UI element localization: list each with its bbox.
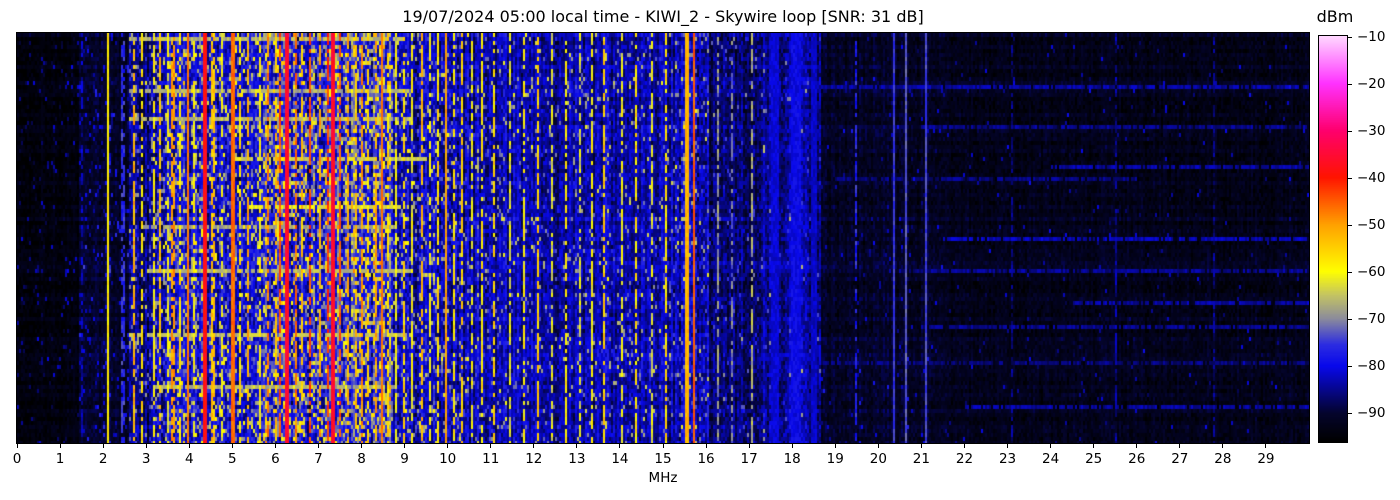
colorbar-tick-label: −50 bbox=[1357, 217, 1386, 233]
colorbar-tick-mark bbox=[1347, 272, 1352, 273]
x-tick-label: 3 bbox=[141, 451, 151, 467]
x-tick-label: 0 bbox=[12, 451, 22, 467]
colorbar-tick-label: −10 bbox=[1357, 29, 1386, 45]
colorbar-tick-label: −60 bbox=[1357, 264, 1386, 280]
x-tick-mark bbox=[231, 444, 233, 448]
x-tick-label: 4 bbox=[184, 451, 194, 467]
colorbar-tick-label: −80 bbox=[1357, 358, 1386, 374]
x-tick-label: 25 bbox=[1085, 451, 1103, 467]
x-tick-mark bbox=[1093, 444, 1095, 448]
x-tick-mark bbox=[447, 444, 449, 448]
x-tick-mark bbox=[317, 444, 319, 448]
x-tick-label: 12 bbox=[525, 451, 543, 467]
colorbar-canvas bbox=[1319, 36, 1347, 442]
x-tick-mark bbox=[274, 444, 276, 448]
x-tick-label: 14 bbox=[611, 451, 629, 467]
x-tick-mark bbox=[834, 444, 836, 448]
x-tick-mark bbox=[877, 444, 879, 448]
x-tick-label: 19 bbox=[826, 451, 844, 467]
colorbar-tick-mark bbox=[1347, 319, 1352, 320]
x-tick-label: 18 bbox=[783, 451, 801, 467]
x-tick-label: 15 bbox=[654, 451, 672, 467]
x-tick-mark bbox=[490, 444, 492, 448]
spectrogram-figure: 19/07/2024 05:00 local time - KIWI_2 - S… bbox=[0, 0, 1400, 500]
plot-title: 19/07/2024 05:00 local time - KIWI_2 - S… bbox=[402, 7, 924, 26]
x-tick-label: 6 bbox=[271, 451, 280, 467]
x-tick-label: 16 bbox=[697, 451, 715, 467]
x-tick-label: 2 bbox=[98, 451, 108, 467]
x-tick-label: 1 bbox=[55, 451, 65, 467]
x-tick-mark bbox=[1265, 444, 1267, 448]
colorbar bbox=[1318, 35, 1348, 443]
x-tick-mark bbox=[705, 444, 707, 448]
x-tick-label: 13 bbox=[568, 451, 586, 467]
x-tick-mark bbox=[102, 444, 104, 448]
x-tick-mark bbox=[1222, 444, 1224, 448]
x-tick-label: 21 bbox=[912, 451, 930, 467]
x-tick-label: 11 bbox=[482, 451, 500, 467]
x-tick-label: 17 bbox=[740, 451, 758, 467]
colorbar-tick-mark bbox=[1347, 178, 1352, 179]
x-tick-mark bbox=[404, 444, 406, 448]
x-tick-mark bbox=[1050, 444, 1052, 448]
x-tick-mark bbox=[920, 444, 922, 448]
x-axis-label: MHz bbox=[648, 470, 678, 486]
colorbar-tick-label: −30 bbox=[1357, 123, 1386, 139]
x-tick-mark bbox=[791, 444, 793, 448]
x-tick-mark bbox=[963, 444, 965, 448]
x-tick-label: 20 bbox=[869, 451, 887, 467]
colorbar-tick-mark bbox=[1347, 413, 1352, 414]
x-tick-mark bbox=[145, 444, 147, 448]
x-tick-label: 10 bbox=[439, 451, 457, 467]
x-tick-mark bbox=[748, 444, 750, 448]
colorbar-unit-label: dBm bbox=[1316, 7, 1354, 26]
colorbar-tick-label: −90 bbox=[1357, 405, 1386, 421]
x-tick-mark bbox=[1136, 444, 1138, 448]
colorbar-tick-mark bbox=[1347, 131, 1352, 132]
x-tick-mark bbox=[662, 444, 664, 448]
x-tick-mark bbox=[188, 444, 190, 448]
x-tick-label: 27 bbox=[1171, 451, 1189, 467]
colorbar-tick-label: −40 bbox=[1357, 170, 1386, 186]
x-tick-label: 9 bbox=[400, 451, 409, 467]
x-tick-mark bbox=[361, 444, 363, 448]
x-tick-mark bbox=[59, 444, 61, 448]
x-tick-label: 7 bbox=[314, 451, 323, 467]
colorbar-tick-mark bbox=[1347, 225, 1352, 226]
x-tick-label: 8 bbox=[357, 451, 366, 467]
colorbar-tick-mark bbox=[1347, 84, 1352, 85]
spectrogram-plot-area bbox=[16, 32, 1310, 444]
x-tick-label: 5 bbox=[228, 451, 237, 467]
x-tick-label: 26 bbox=[1128, 451, 1146, 467]
x-tick-label: 28 bbox=[1214, 451, 1232, 467]
x-tick-mark bbox=[1179, 444, 1181, 448]
colorbar-tick-label: −20 bbox=[1357, 76, 1386, 92]
x-tick-mark bbox=[533, 444, 535, 448]
x-tick-label: 23 bbox=[998, 451, 1017, 467]
x-tick-mark bbox=[576, 444, 578, 448]
x-tick-mark bbox=[16, 444, 18, 448]
spectrogram-canvas bbox=[17, 33, 1309, 443]
colorbar-tick-mark bbox=[1347, 366, 1352, 367]
x-tick-mark bbox=[619, 444, 621, 448]
colorbar-tick-label: −70 bbox=[1357, 311, 1386, 327]
x-tick-label: 22 bbox=[955, 451, 974, 467]
x-tick-label: 29 bbox=[1257, 451, 1275, 467]
colorbar-tick-mark bbox=[1347, 37, 1352, 38]
x-tick-label: 24 bbox=[1042, 451, 1060, 467]
x-tick-mark bbox=[1007, 444, 1009, 448]
